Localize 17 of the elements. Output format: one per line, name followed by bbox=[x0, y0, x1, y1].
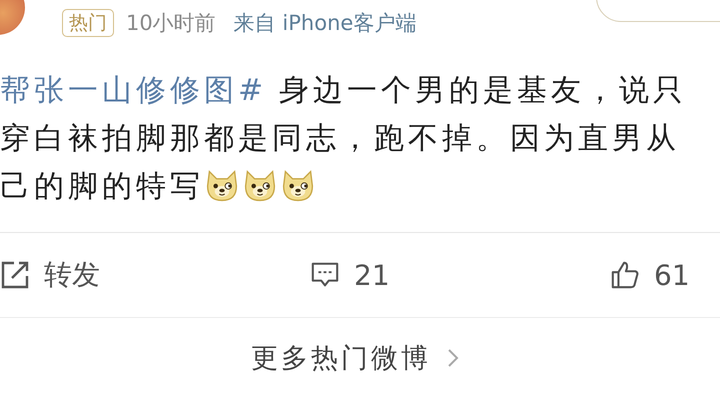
dog-face-icon bbox=[242, 168, 278, 204]
topic-link[interactable]: 帮张一山修修图# bbox=[0, 70, 268, 110]
post-text-line: 穿白袜拍脚那都是同志，跑不掉。因为直男从 bbox=[0, 120, 680, 158]
thumbs-up-icon bbox=[610, 260, 640, 290]
repost-button[interactable]: 转发 bbox=[0, 256, 310, 294]
post-source: 来自 iPhone客户端 bbox=[234, 10, 416, 37]
like-button[interactable]: 61 bbox=[610, 258, 690, 292]
post-text-line: 己的脚的特写 bbox=[0, 168, 204, 206]
post-time: 10小时前 bbox=[126, 10, 216, 37]
dog-face-icon bbox=[280, 168, 316, 204]
share-icon bbox=[0, 260, 30, 290]
comment-button[interactable]: 21 bbox=[310, 258, 610, 292]
chevron-right-icon bbox=[447, 348, 459, 368]
hot-badge: 热门 bbox=[62, 9, 114, 37]
more-hot-posts-link[interactable]: 更多热门微博 bbox=[251, 340, 431, 376]
dog-face-icon bbox=[204, 168, 240, 204]
post-text-line: 身边一个男的是基友，说只 bbox=[279, 72, 688, 110]
